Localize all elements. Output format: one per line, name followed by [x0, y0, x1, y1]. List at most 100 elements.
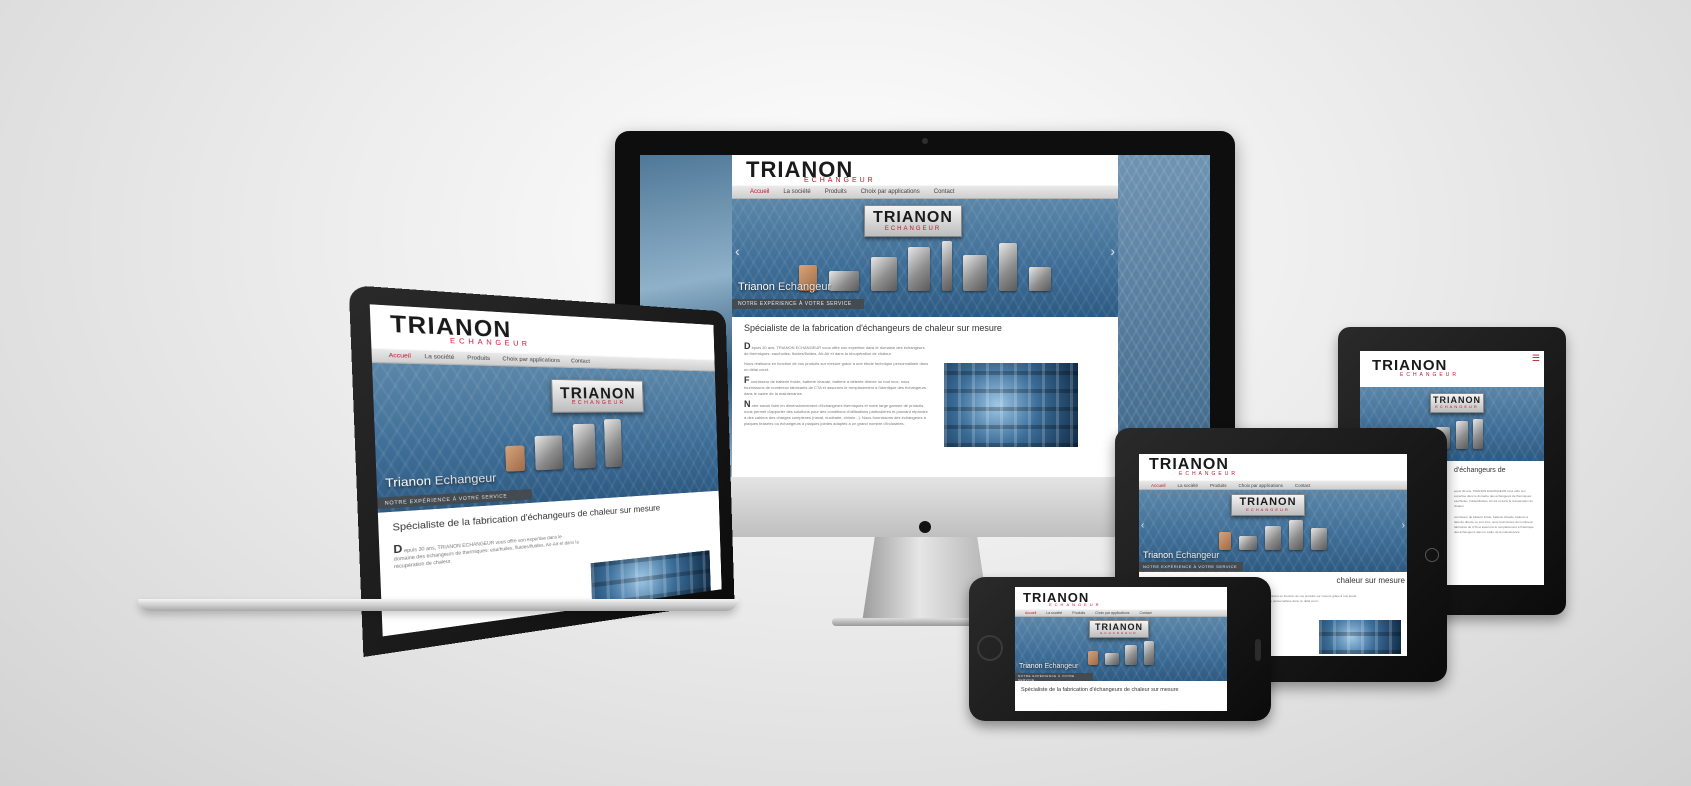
phone-speaker	[1255, 639, 1261, 661]
website-phone: TRIANON ECHANGEUR Accueil La société Pro…	[1015, 587, 1227, 711]
laptop: TRIANON ECHANGEUR Accueil La société Pro…	[138, 284, 740, 657]
product-part	[1218, 532, 1231, 550]
slider-prev-icon[interactable]: ‹	[1141, 520, 1144, 531]
product-part	[1125, 645, 1138, 665]
product-part	[963, 255, 988, 291]
nav-item-accueil[interactable]: Accueil	[1025, 611, 1036, 615]
product-part	[1455, 421, 1468, 449]
paragraph: F ournisseur de batterie froide, batteri…	[744, 375, 930, 397]
hero-logo-sub: ECHANGEUR	[1435, 404, 1479, 409]
slider-prev-icon[interactable]: ‹	[735, 243, 740, 259]
dropcap: N	[744, 399, 751, 409]
product-part	[1238, 536, 1257, 550]
paragraph-text: Nous réalisons en fonction de vos produi…	[744, 361, 929, 372]
nav-item-societe[interactable]: La société	[783, 189, 810, 195]
paragraph: Nous réalisons en fonction de vos produi…	[744, 361, 930, 373]
product-part	[908, 247, 931, 291]
content-area: d'échangeurs de	[1454, 467, 1538, 474]
camera-dot	[922, 138, 928, 144]
caption-second: Echangeur	[1175, 550, 1220, 560]
hero-logo-plate: TRIANON ECHANGEUR	[1430, 393, 1484, 413]
page-heading: Spécialiste de la fabrication d'échangeu…	[1021, 687, 1179, 693]
paragraph: N otre savoir faire en dimensionnement d…	[744, 399, 930, 427]
paragraph: D epuis 30 ans, TRIANON ECHANGEUR vous o…	[393, 530, 579, 571]
nav-item-applications[interactable]: Choix par applications	[1239, 483, 1283, 488]
nav-item-applications[interactable]: Choix par applications	[502, 356, 560, 365]
dropcap: F	[744, 375, 750, 385]
nav-item-societe[interactable]: La société	[424, 353, 454, 361]
product-part	[1265, 526, 1281, 550]
nav-item-contact[interactable]: Contact	[1295, 483, 1311, 488]
content-text: Nous réalisons en fonction de vos produi…	[1259, 594, 1359, 604]
brand-logo-sub: ECHANGEUR	[449, 338, 531, 349]
nav-item-produits[interactable]: Produits	[467, 355, 490, 363]
hero-logo-plate: TRIANON ECHANGEUR	[864, 205, 962, 237]
hero-logo-sub: ECHANGEUR	[884, 226, 942, 232]
hero-slider: TRIANON ECHANGEUR ‹ › Trianon Echangeur …	[1139, 490, 1407, 572]
nav-item-accueil[interactable]: Accueil	[389, 352, 412, 360]
nav-item-accueil[interactable]: Accueil	[1151, 483, 1166, 488]
nav-item-produits[interactable]: Produits	[825, 189, 847, 195]
hero-tagline: NOTRE EXPÉRIENCE À VOTRE SERVICE	[377, 489, 533, 509]
paragraph-text: epuis 30 ans, TRIANON ECHANGEUR vous off…	[393, 533, 579, 570]
laptop-base	[138, 599, 738, 611]
hero-caption: Trianon Echangeur	[738, 281, 831, 293]
product-illustration	[374, 414, 718, 477]
paragraph: ournisseur de batterie froide, batterie …	[1454, 515, 1538, 535]
page-heading: d'échangeurs de	[1454, 467, 1506, 474]
hero-tagline: NOTRE EXPÉRIENCE À VOTRE SERVICE	[732, 299, 864, 309]
paragraph: epuis 30 ans, TRIANON ECHANGEUR vous off…	[1454, 489, 1538, 509]
nav-item-accueil[interactable]: Accueil	[750, 189, 769, 195]
nav-item-produits[interactable]: Produits	[1072, 611, 1085, 615]
product-part	[505, 445, 526, 472]
nav-item-applications[interactable]: Choix par applications	[1095, 611, 1129, 615]
power-indicator	[919, 521, 931, 533]
smartphone: TRIANON ECHANGEUR Accueil La société Pro…	[969, 577, 1271, 721]
product-part	[1473, 419, 1484, 449]
main-nav: Accueil La société Produits Choix par ap…	[1139, 480, 1407, 490]
content-text: epuis 30 ans, TRIANON ECHANGEUR vous off…	[1454, 489, 1538, 535]
nav-item-societe[interactable]: La société	[1178, 483, 1199, 488]
website-laptop: TRIANON ECHANGEUR Accueil La société Pro…	[369, 304, 722, 637]
product-part	[603, 419, 622, 468]
dropcap: D	[744, 341, 751, 351]
industrial-photo	[1319, 620, 1401, 654]
paragraph: Nous réalisons en fonction de vos produi…	[1259, 594, 1359, 604]
product-part	[535, 435, 564, 471]
hero-logo-plate: TRIANON ECHANGEUR	[1089, 620, 1149, 638]
brand-logo-sub: ECHANGEUR	[1400, 372, 1459, 378]
brand-logo-sub: ECHANGEUR	[1049, 602, 1102, 607]
caption-second: Echangeur	[777, 281, 832, 293]
brand-logo[interactable]: TRIANON	[1372, 358, 1447, 373]
paragraph-text: otre savoir faire en dimensionnement d'é…	[744, 403, 928, 426]
caption-main: Trianon	[1143, 550, 1174, 560]
slider-next-icon[interactable]: ›	[1402, 520, 1405, 531]
paragraph-text: epuis 30 ans, TRIANON ECHANGEUR vous off…	[1454, 489, 1533, 508]
product-illustration	[1015, 637, 1227, 665]
home-button[interactable]	[1425, 548, 1439, 562]
hero-logo-sub: ECHANGEUR	[1246, 507, 1290, 512]
phone-home-button[interactable]	[977, 635, 1003, 661]
hero-logo-plate: TRIANON ECHANGEUR	[1231, 494, 1305, 516]
hero-tagline: NOTRE EXPÉRIENCE À VOTRE SERVICE	[1139, 562, 1243, 571]
menu-icon[interactable]: ☰	[1532, 353, 1540, 364]
product-part	[1028, 267, 1051, 291]
paragraph-text: epuis 30 ans, TRIANON ECHANGEUR vous off…	[744, 345, 925, 356]
caption-second: Echangeur	[434, 472, 497, 489]
website-desktop: TRIANON ECHANGEUR Accueil La société Pro…	[732, 155, 1118, 477]
nav-item-applications[interactable]: Choix par applications	[861, 189, 920, 195]
nav-item-contact[interactable]: Contact	[571, 358, 590, 365]
hero-logo-text: TRIANON	[559, 383, 636, 402]
nav-item-contact[interactable]: Contact	[1140, 611, 1152, 615]
product-part	[1143, 641, 1154, 665]
nav-item-societe[interactable]: La société	[1046, 611, 1062, 615]
caption-second: Echangeur	[1044, 663, 1079, 670]
product-part	[1289, 520, 1304, 550]
nav-item-contact[interactable]: Contact	[934, 189, 955, 195]
paragraph: D epuis 30 ans, TRIANON ECHANGEUR vous o…	[744, 341, 930, 357]
paragraph-text: ournisseur de batterie froide, batterie …	[744, 379, 926, 396]
industrial-photo	[944, 363, 1078, 447]
slider-next-icon[interactable]: ›	[1110, 243, 1115, 259]
hero-slider: TRIANON ECHANGEUR Trianon Echangeur NOTR…	[1015, 617, 1227, 681]
nav-item-produits[interactable]: Produits	[1210, 483, 1227, 488]
